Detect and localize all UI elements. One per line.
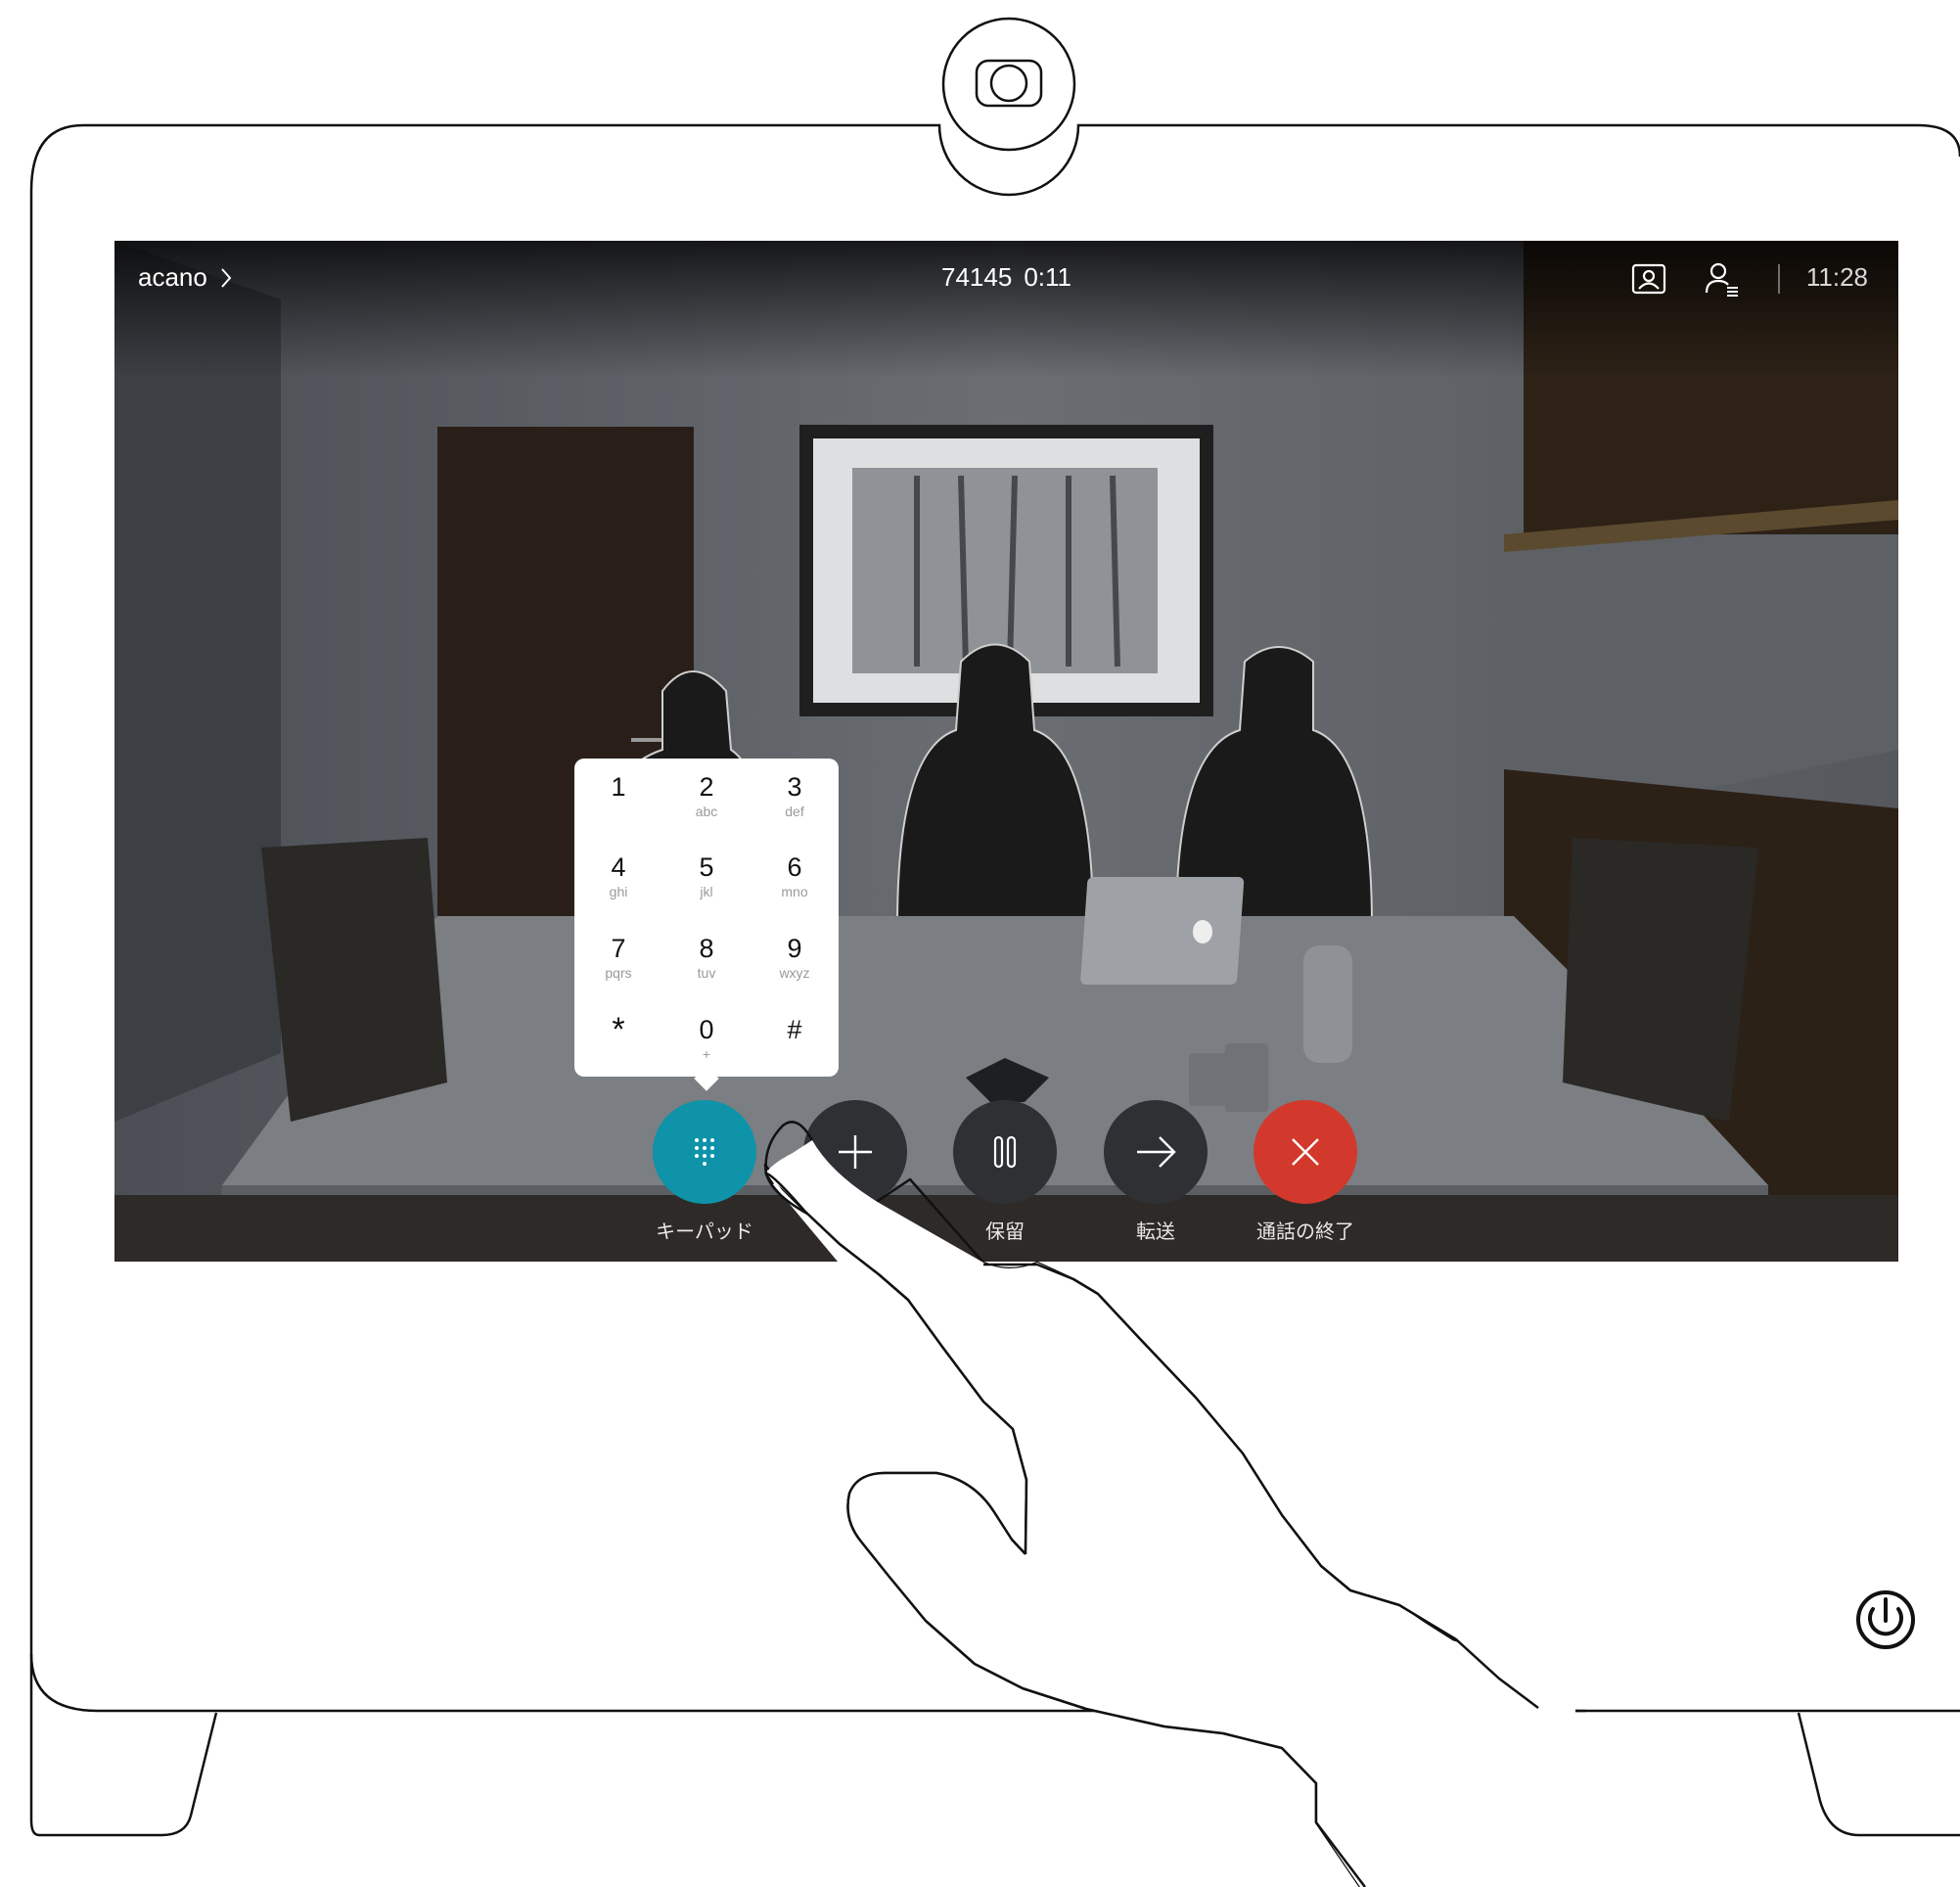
device-screen: acano 74145 0:11 11:28 1 2 abc 3 def 4 ghi 5… [114,241,1898,1262]
end-call-button[interactable] [1253,1100,1357,1204]
key-5[interactable]: 5 jkl [662,839,751,917]
pause-icon [993,1135,1017,1169]
add-icon [839,1135,872,1169]
close-icon [1292,1138,1319,1166]
key-1[interactable]: 1 [574,759,662,837]
end-call-button-label: 通話の終了 [1256,1221,1354,1243]
clock: 11:28 [1805,262,1868,292]
keypad-button-label: キーパッド [656,1221,753,1243]
arrow-right-icon [1137,1136,1176,1168]
key-6[interactable]: 6 mno [751,839,839,917]
key-3[interactable]: 3 def [751,759,839,837]
key-hash[interactable]: # [751,1001,839,1080]
power-icon[interactable] [1856,1590,1915,1649]
keypad-button[interactable] [653,1100,756,1204]
add-call-button[interactable] [803,1100,907,1204]
key-4[interactable]: 4 ghi [574,839,662,917]
keypad-icon [695,1138,714,1166]
key-9[interactable]: 9 wxyz [751,920,839,998]
keypad-popup: 1 2 abc 3 def 4 ghi 5 jkl 6 mno 7 pqrs 8 tuv 9w… [574,759,839,1091]
key-8[interactable]: 8 tuv [662,920,751,998]
call-duration: 0:11 [1024,262,1071,292]
key-0[interactable]: 0 + [662,1001,751,1080]
hold-button-label: 保留 [985,1221,1025,1243]
camera-icon [941,17,1076,152]
selfview-icon[interactable] [1628,258,1669,299]
participants-icon[interactable] [1702,258,1743,299]
transfer-button-label: 転送 [1136,1221,1175,1243]
key-2[interactable]: 2 abc [662,759,751,837]
topbar-divider [1778,264,1780,294]
call-number: 74145 [941,262,1013,292]
hold-button[interactable] [953,1100,1057,1204]
transfer-button[interactable] [1104,1100,1208,1204]
key-7[interactable]: 7 pqrs [574,920,662,998]
key-star[interactable]: * [574,1001,662,1080]
